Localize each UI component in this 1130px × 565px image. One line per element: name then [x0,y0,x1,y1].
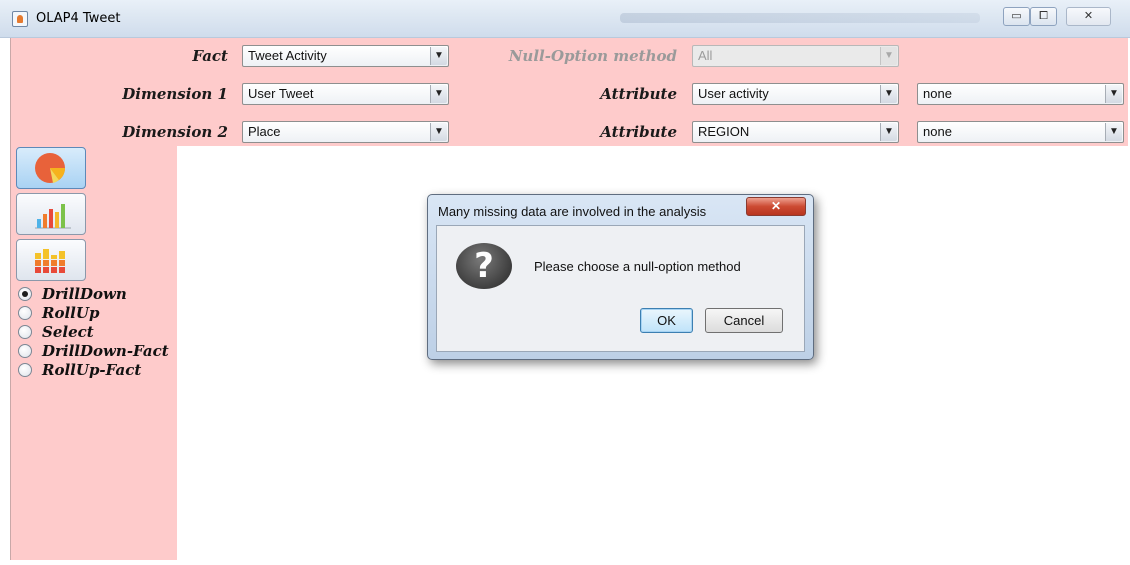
chevron-down-icon[interactable]: ▼ [1105,123,1122,141]
dimension-1-combo[interactable]: User Tweet ▼ [242,83,449,105]
pie-chart-icon [35,153,65,183]
bar-chart-icon [35,204,71,229]
fact-combo[interactable]: Tweet Activity ▼ [242,45,449,67]
stacked-bar-chart-icon [35,249,65,273]
attribute-2-combo-value: REGION [698,124,750,139]
radio-select-label: Select [42,323,94,341]
pie-chart-button[interactable] [16,147,86,189]
stacked-bar-chart-button[interactable] [16,239,86,281]
radio-rollup-label: RollUp [42,304,100,322]
radio-circle[interactable] [18,325,32,339]
minimize-button[interactable]: ▭ [1003,7,1030,26]
null-option-dialog: Many missing data are involved in the an… [427,194,814,360]
chevron-down-icon[interactable]: ▼ [430,47,447,65]
chevron-down-icon[interactable]: ▼ [880,85,897,103]
dimension-2-label: Dimension 2 [122,123,228,141]
title-bar-blurred-path [620,13,980,23]
question-icon: ? [456,243,512,289]
title-bar[interactable]: OLAP4 Tweet ▭ ⧠ ✕ [0,0,1130,38]
dialog-message: Please choose a null-option method [534,259,741,274]
attribute-1-combo[interactable]: User activity ▼ [692,83,899,105]
chevron-down-icon[interactable]: ▼ [430,123,447,141]
bar-chart-button[interactable] [16,193,86,235]
attribute-2-secondary-value: none [923,124,952,139]
fact-label: Fact [192,47,228,65]
close-window-button[interactable]: ✕ [1066,7,1111,26]
cancel-button[interactable]: Cancel [705,308,783,333]
dialog-close-button[interactable]: ✕ [746,197,806,216]
chevron-down-icon[interactable]: ▼ [1105,85,1122,103]
radio-drilldown-fact-label: DrillDown-Fact [42,342,169,360]
app-window: OLAP4 Tweet ▭ ⧠ ✕ Fact Tweet Activity ▼ … [0,0,1130,565]
dimension-1-combo-value: User Tweet [248,86,314,101]
dimension-2-combo[interactable]: Place ▼ [242,121,449,143]
chevron-down-icon[interactable]: ▼ [430,85,447,103]
chevron-down-icon: ▼ [880,47,897,65]
dialog-body: ? Please choose a null-option method OK … [436,225,805,352]
dimension-2-combo-value: Place [248,124,281,139]
attribute-2-label: Attribute [600,123,677,141]
fact-combo-value: Tweet Activity [248,48,327,63]
java-app-icon [12,11,28,27]
window-title: OLAP4 Tweet [36,11,121,26]
null-option-method-combo: All ▼ [692,45,899,67]
maximize-button[interactable]: ⧠ [1030,7,1057,26]
radio-rollup-fact-label: RollUp-Fact [42,361,142,379]
radio-circle-checked[interactable] [18,287,32,301]
dimension-1-label: Dimension 1 [122,85,228,103]
radio-circle[interactable] [18,344,32,358]
chevron-down-icon[interactable]: ▼ [880,123,897,141]
ok-button[interactable]: OK [640,308,693,333]
attribute-2-combo[interactable]: REGION ▼ [692,121,899,143]
attribute-1-secondary-combo[interactable]: none ▼ [917,83,1124,105]
dialog-title: Many missing data are involved in the an… [438,204,707,219]
radio-drilldown-label: DrillDown [42,285,127,303]
null-option-method-label: Null-Option method [508,47,677,65]
attribute-2-secondary-combo[interactable]: none ▼ [917,121,1124,143]
null-option-method-combo-value: All [698,48,713,63]
radio-circle[interactable] [18,306,32,320]
attribute-1-secondary-value: none [923,86,952,101]
attribute-1-label: Attribute [600,85,677,103]
radio-circle[interactable] [18,363,32,377]
attribute-1-combo-value: User activity [698,86,769,101]
